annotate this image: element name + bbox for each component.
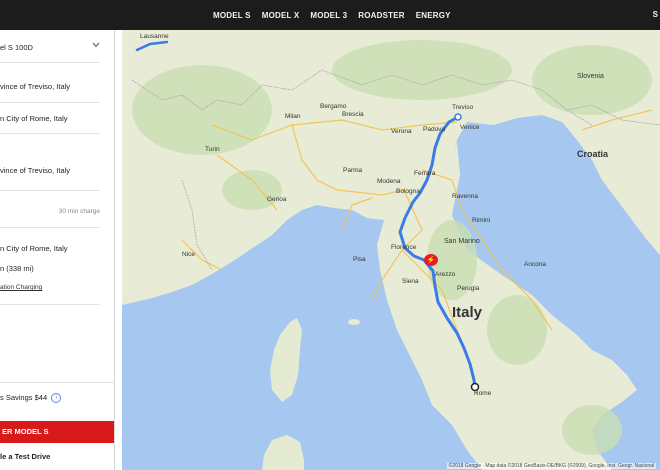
svg-text:Bologna: Bologna (396, 188, 420, 195)
nav-model-s[interactable]: MODEL S (213, 11, 251, 20)
svg-text:Nice: Nice (182, 251, 195, 258)
svg-text:Ravenna: Ravenna (452, 193, 478, 200)
info-icon[interactable]: i (51, 393, 62, 404)
top-navigation-bar: MODEL S MODEL X MODEL 3 ROADSTER ENERGY … (0, 0, 660, 30)
svg-text:Brescia: Brescia (342, 111, 364, 118)
route-distance: n (338 mi) (0, 264, 114, 273)
origin-marker (454, 113, 462, 121)
model-select-value: el S 100D (0, 43, 33, 52)
svg-text:Rimini: Rimini (472, 217, 490, 224)
svg-text:Pisa: Pisa (353, 256, 366, 263)
nav-roadster[interactable]: ROADSTER (358, 11, 405, 20)
origin-1-label: vince of Treviso, Italy (0, 82, 71, 91)
svg-text:Turin: Turin (205, 146, 220, 153)
country-label-san-marino: San Marino (444, 238, 480, 245)
supercharger-marker: ⚡ (424, 254, 438, 266)
svg-text:Siena: Siena (402, 278, 419, 285)
svg-text:Padova: Padova (423, 126, 445, 133)
svg-text:Lausanne: Lausanne (140, 33, 169, 40)
country-label-croatia: Croatia (577, 149, 609, 159)
route-origin: vince of Treviso, Italy (0, 166, 114, 175)
nav-model-3[interactable]: MODEL 3 (310, 11, 347, 20)
route-map[interactable]: ⚡ Italy Croatia Slovenia San Marino Laus… (122, 30, 660, 470)
charge-note: 30 min charge (0, 206, 100, 215)
country-label-italy: Italy (452, 304, 483, 321)
svg-text:Florence: Florence (391, 244, 417, 251)
land-elba (348, 319, 360, 325)
chevron-down-icon[interactable] (92, 42, 100, 48)
country-label-slovenia: Slovenia (577, 73, 604, 80)
svg-text:Ancona: Ancona (524, 261, 546, 268)
trip-planner-panel: el S 100D vince of Treviso, Italy n City… (0, 30, 115, 470)
svg-text:Perugia: Perugia (457, 285, 480, 292)
svg-text:Verona: Verona (391, 128, 412, 135)
savings-row: s Savings $44 i (0, 393, 114, 404)
nav-energy[interactable]: ENERGY (416, 11, 451, 20)
nav-model-x[interactable]: MODEL X (262, 11, 300, 20)
charging-link-label[interactable]: ation Charging (0, 284, 42, 291)
svg-text:Genoa: Genoa (267, 196, 287, 203)
nav-right-item[interactable]: S (653, 10, 658, 19)
origin-field-1[interactable]: vince of Treviso, Italy (0, 82, 114, 91)
svg-text:⚡: ⚡ (427, 255, 436, 264)
order-model-s-button[interactable]: ER MODEL S (0, 421, 114, 443)
test-drive-link[interactable]: le a Test Drive (0, 452, 114, 461)
charging-link[interactable]: ation Charging (0, 282, 114, 291)
map-attribution: ©2018 Google · Map data ©2018 GeoBasis-D… (446, 463, 656, 469)
charge-note-label: 30 min charge (58, 208, 100, 215)
svg-text:Venice: Venice (460, 124, 480, 131)
svg-text:Modena: Modena (377, 178, 401, 185)
svg-text:Ferrara: Ferrara (414, 170, 436, 177)
destination-1-label: n City of Rome, Italy (0, 114, 68, 123)
svg-text:Bergamo: Bergamo (320, 103, 347, 110)
route-origin-label: vince of Treviso, Italy (0, 166, 71, 175)
destination-field-1[interactable]: n City of Rome, Italy (0, 114, 114, 123)
order-button-label: ER MODEL S (2, 427, 49, 436)
route-distance-label: n (338 mi) (0, 264, 34, 273)
nav-links: MODEL S MODEL X MODEL 3 ROADSTER ENERGY (213, 0, 451, 30)
svg-text:Milan: Milan (285, 113, 301, 120)
route-destination: n City of Rome, Italy (0, 244, 114, 253)
route-destination-label: n City of Rome, Italy (0, 244, 68, 253)
svg-text:Rome: Rome (474, 390, 492, 397)
map-canvas[interactable]: ⚡ Italy Croatia Slovenia San Marino Laus… (122, 30, 660, 470)
svg-text:Arezzo: Arezzo (435, 271, 456, 278)
savings-label: s Savings $44 (0, 393, 48, 402)
test-drive-label: le a Test Drive (0, 452, 51, 461)
svg-text:Treviso: Treviso (452, 104, 473, 111)
svg-text:Parma: Parma (343, 167, 363, 174)
